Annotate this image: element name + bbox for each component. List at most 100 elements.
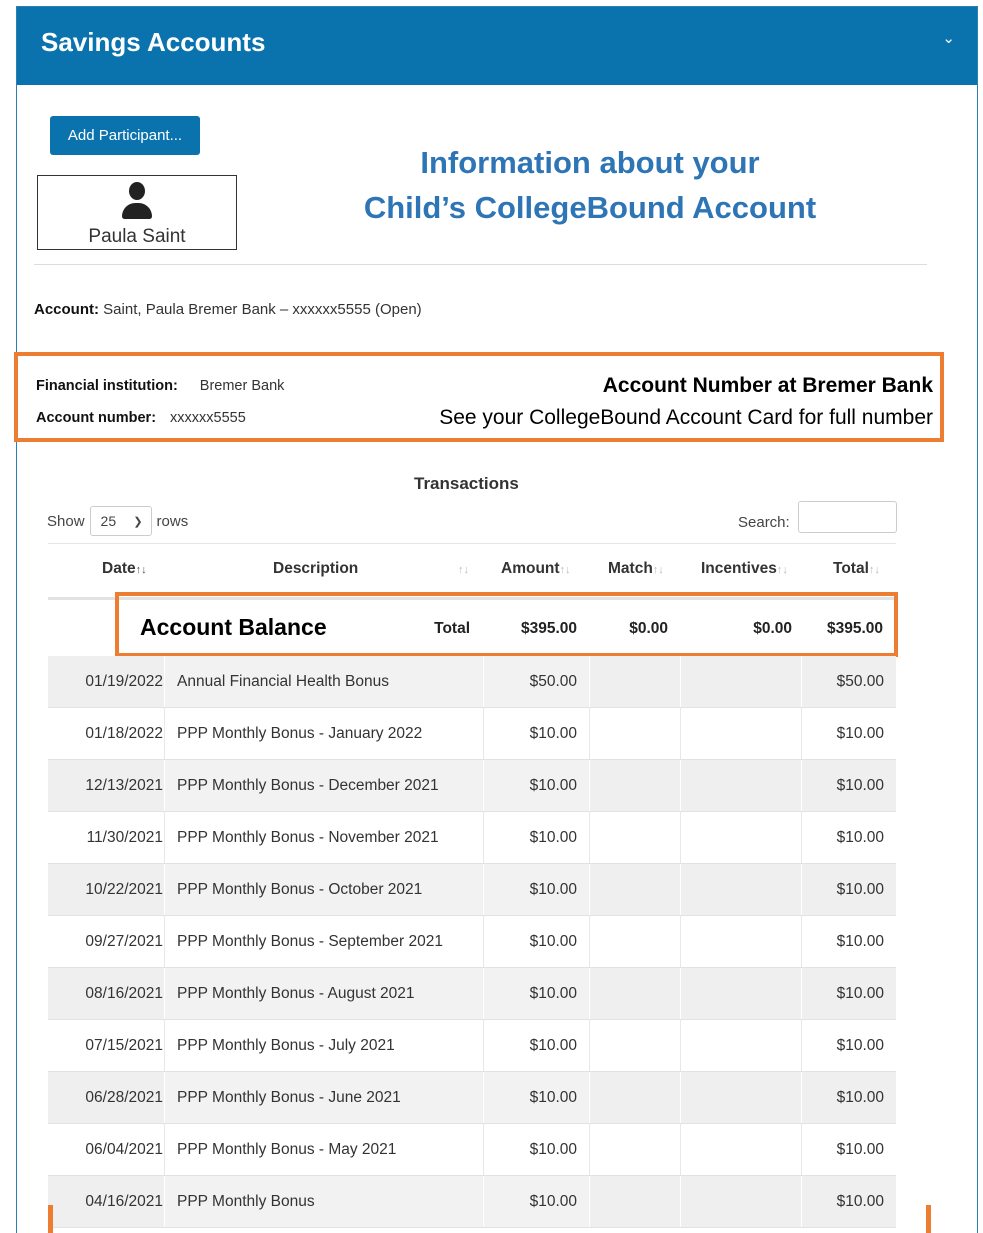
sort-icon: ↑↓	[776, 564, 788, 576]
participant-card[interactable]: Paula Saint	[37, 175, 237, 250]
column-header-incentives[interactable]: Incentives↑↓	[701, 560, 788, 578]
table-row[interactable]: 01/18/2022 PPP Monthly Bonus - January 20…	[48, 708, 896, 760]
cell-amount: $10.00	[483, 760, 590, 811]
sort-icon: ↑↓	[559, 564, 571, 576]
table-row[interactable]: 08/16/2021 PPP Monthly Bonus - August 202…	[48, 968, 896, 1020]
rows-per-page-control: Show 25 ❯ rows	[47, 506, 188, 536]
search-input[interactable]	[798, 501, 897, 533]
account-line: Account: Saint, Paula Bremer Bank – xxxx…	[34, 301, 422, 318]
account-balance-label: Account Balance	[140, 614, 327, 640]
person-icon	[121, 182, 153, 220]
cell-description: PPP Monthly Bonus - December 2021	[164, 760, 482, 811]
cell-incentives	[682, 1176, 801, 1227]
cell-match	[591, 708, 681, 759]
table-row[interactable]: 09/27/2021 PPP Monthly Bonus - September …	[48, 916, 896, 968]
chevron-down-icon[interactable]: ⌄	[942, 29, 955, 47]
table-row[interactable]: 06/28/2021 PPP Monthly Bonus - June 2021 $…	[48, 1072, 896, 1124]
transactions-table-body: 01/19/2022 Annual Financial Health Bonus $…	[48, 656, 896, 1228]
total-incentives: $0.00	[753, 620, 792, 637]
cell-amount: $10.00	[483, 812, 590, 863]
cell-incentives	[682, 812, 801, 863]
search-label: Search:	[738, 514, 790, 531]
cell-match	[591, 864, 681, 915]
table-row[interactable]: 06/04/2021 PPP Monthly Bonus - May 2021 $1…	[48, 1124, 896, 1176]
cell-amount: $10.00	[483, 1124, 590, 1175]
rows-per-page-select[interactable]: 25 ❯	[89, 506, 152, 536]
column-header-description[interactable]: Description	[273, 560, 358, 578]
show-label: Show	[47, 512, 85, 530]
cell-description: PPP Monthly Bonus	[164, 1176, 482, 1227]
column-header-total[interactable]: Total↑↓	[833, 560, 880, 578]
sort-icon[interactable]: ↑↓	[458, 560, 469, 578]
cell-description: PPP Monthly Bonus - October 2021	[164, 864, 482, 915]
cell-amount: $10.00	[483, 916, 590, 967]
cell-amount: $10.00	[483, 708, 590, 759]
cell-description: PPP Monthly Bonus - May 2021	[164, 1124, 482, 1175]
cell-match	[591, 1072, 681, 1123]
table-row[interactable]: 07/15/2021 PPP Monthly Bonus - July 2021 $…	[48, 1020, 896, 1072]
panel-header[interactable]: Savings Accounts ⌄	[17, 7, 977, 85]
column-header-date[interactable]: Date↑↓	[102, 560, 147, 578]
account-number-label: Account number:	[36, 410, 157, 426]
table-row[interactable]: 12/13/2021 PPP Monthly Bonus - December 2…	[48, 760, 896, 812]
cell-match	[591, 916, 681, 967]
account-number-row: Account number: xxxxxx5555	[36, 410, 246, 426]
cell-date: 06/04/2021	[85, 1141, 163, 1158]
sort-icon: ↑↓	[652, 564, 664, 576]
highlight-marker-right	[926, 1205, 931, 1233]
institution-highlight-box: Financial institution: Bremer Bank Accoun…	[14, 352, 944, 442]
account-note-title: Account Number at Bremer Bank	[602, 374, 933, 397]
cell-amount: $10.00	[483, 1020, 590, 1071]
cell-date: 09/27/2021	[85, 933, 163, 950]
cell-total: $10.00	[801, 916, 896, 967]
table-row[interactable]: 10/22/2021 PPP Monthly Bonus - October 20…	[48, 864, 896, 916]
cell-description: Annual Financial Health Bonus	[164, 656, 482, 707]
cell-amount: $10.00	[483, 864, 590, 915]
cell-description: PPP Monthly Bonus - August 2021	[164, 968, 482, 1019]
cell-amount: $10.00	[483, 1072, 590, 1123]
cell-incentives	[682, 1072, 801, 1123]
rows-select-value: 25	[100, 513, 117, 529]
cell-total: $10.00	[801, 1072, 896, 1123]
cell-description: PPP Monthly Bonus - November 2021	[164, 812, 482, 863]
cell-match	[591, 1124, 681, 1175]
info-heading-line2: Child’s CollegeBound Account	[363, 190, 817, 225]
financial-institution-value: Bremer Bank	[199, 378, 285, 394]
cell-match	[591, 1020, 681, 1071]
divider	[34, 264, 927, 265]
cell-match	[591, 1176, 681, 1227]
cell-incentives	[682, 656, 801, 707]
highlight-marker-left	[48, 1205, 53, 1233]
cell-date: 01/19/2022	[85, 673, 163, 690]
cell-match	[591, 812, 681, 863]
cell-total: $10.00	[801, 1020, 896, 1071]
cell-incentives	[682, 916, 801, 967]
cell-total: $10.00	[801, 1124, 896, 1175]
cell-description: PPP Monthly Bonus - June 2021	[164, 1072, 482, 1123]
table-row[interactable]: 01/19/2022 Annual Financial Health Bonus $…	[48, 656, 896, 708]
cell-date: 01/18/2022	[85, 725, 163, 742]
cell-amount: $10.00	[483, 968, 590, 1019]
cell-total: $10.00	[801, 1176, 896, 1227]
totals-label: Total	[434, 620, 470, 637]
participant-name: Paula Saint	[88, 226, 186, 247]
info-heading-line1: Information about your	[420, 145, 760, 180]
cell-total: $10.00	[801, 760, 896, 811]
cell-date: 10/22/2021	[85, 881, 163, 898]
table-row[interactable]: 11/30/2021 PPP Monthly Bonus - November 2…	[48, 812, 896, 864]
add-participant-button[interactable]: Add Participant...	[50, 116, 200, 155]
cell-total: $10.00	[801, 708, 896, 759]
account-number-value: xxxxxx5555	[170, 410, 246, 426]
table-top-border	[48, 543, 896, 544]
sort-icon: ↑↓	[135, 564, 147, 576]
cell-incentives	[682, 864, 801, 915]
cell-total: $10.00	[801, 968, 896, 1019]
panel-title: Savings Accounts	[41, 27, 266, 57]
cell-incentives	[682, 760, 801, 811]
cell-total: $10.00	[801, 864, 896, 915]
column-header-match[interactable]: Match↑↓	[608, 560, 664, 578]
transactions-title: Transactions	[414, 474, 519, 493]
cell-match	[591, 656, 681, 707]
table-row[interactable]: 04/16/2021 PPP Monthly Bonus $10.00 $10.00	[48, 1176, 896, 1228]
column-header-amount[interactable]: Amount↑↓	[501, 560, 571, 578]
